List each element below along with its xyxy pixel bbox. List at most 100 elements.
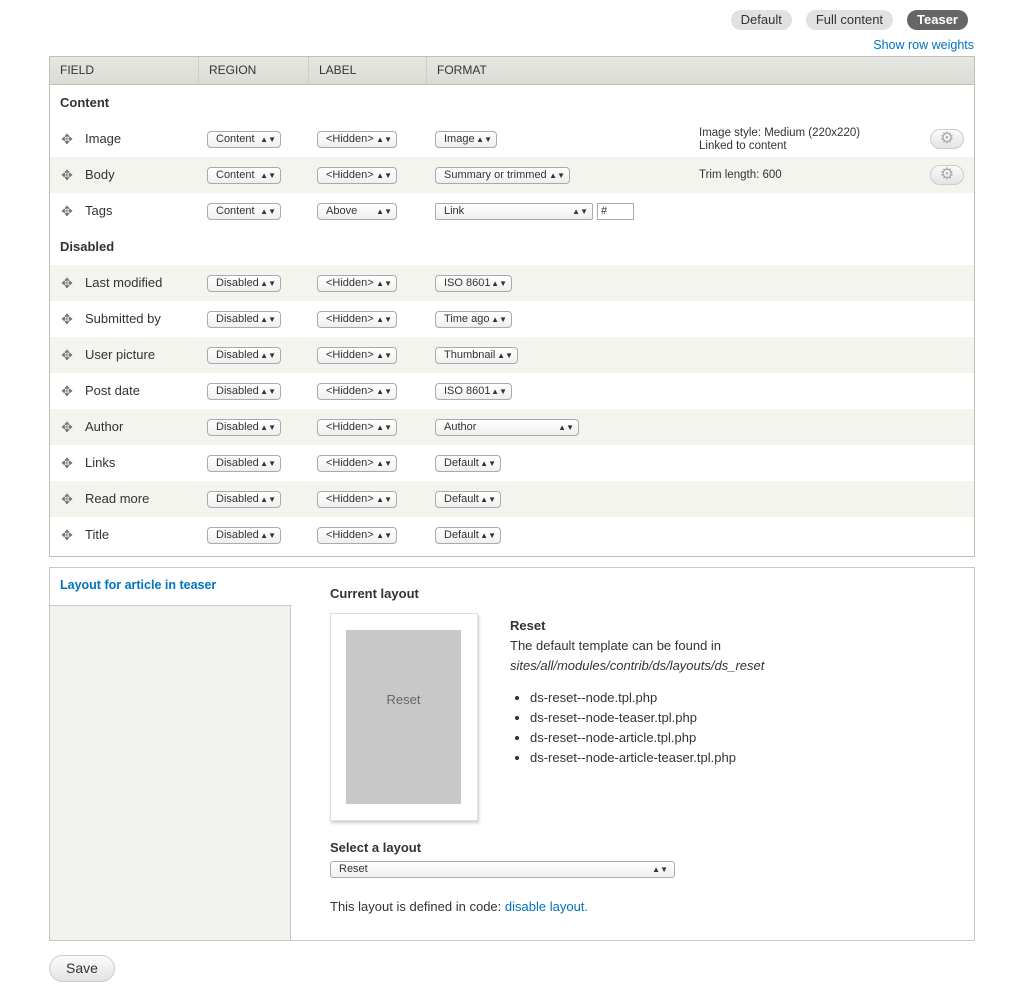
tab-full-content[interactable]: Full content [805,10,894,30]
select-arrows-icon: ▲▼ [260,135,276,144]
label-select[interactable]: <Hidden> ▲▼ [317,383,397,400]
format-select[interactable]: Author ▲▼ [435,419,579,436]
drag-handle-icon[interactable]: ✥ [60,132,74,146]
vertical-tab-layout[interactable]: Layout for article in teaser [50,568,292,606]
format-summary: Trim length: 600 [699,169,782,181]
select-arrows-icon: ▲▼ [652,865,668,874]
label-select[interactable]: <Hidden> ▲▼ [317,167,397,184]
field-name: Links [85,455,116,470]
format-summary: Image style: Medium (220x220) Linked to c… [699,127,861,152]
drag-handle-icon[interactable]: ✥ [60,420,74,434]
drag-handle-icon[interactable]: ✥ [60,168,74,182]
select-arrows-icon: ▲▼ [497,351,513,360]
current-layout-title: Current layout [330,586,419,601]
table-row: ✥ Author Disabled ▲▼ <Hidden> ▲▼ Author ▲▼ [50,409,974,445]
drag-handle-icon[interactable]: ✥ [60,456,74,470]
format-select[interactable]: Default ▲▼ [435,527,501,544]
label-select[interactable]: <Hidden> ▲▼ [317,275,397,292]
region-select[interactable]: Disabled ▲▼ [207,311,281,328]
region-select[interactable]: Disabled ▲▼ [207,455,281,472]
disable-layout-link[interactable]: disable layout. [505,899,588,914]
layout-preview-label: Reset [346,630,461,804]
label-select[interactable]: Above ▲▼ [317,203,397,220]
table-row: ✥ Image Content ▲▼ <Hidden> ▲▼ Image ▲▼ Ima… [50,121,974,157]
table-row: ✥ Links Disabled ▲▼ <Hidden> ▲▼ Default ▲▼ [50,445,974,481]
label-select[interactable]: <Hidden> ▲▼ [317,455,397,472]
gear-icon[interactable]: ⚙ [930,165,964,185]
field-name: Body [85,167,115,182]
drag-handle-icon[interactable]: ✥ [60,384,74,398]
field-name: Last modified [85,275,163,290]
format-select[interactable]: Link ▲▼ [435,203,593,220]
tab-default[interactable]: Default [730,10,792,30]
header-region: REGION [199,57,309,84]
label-select[interactable]: <Hidden> ▲▼ [317,347,397,364]
field-name: Title [85,527,110,542]
select-arrows-icon: ▲▼ [376,207,392,216]
gear-icon[interactable]: ⚙ [930,129,964,149]
layout-defined-text: This layout is defined in code: disable … [330,899,589,914]
region-select[interactable]: Disabled ▲▼ [207,491,281,508]
show-row-weights-link[interactable]: Show row weights [873,38,974,52]
select-arrows-icon: ▲▼ [376,495,392,504]
select-arrows-icon: ▲▼ [260,315,276,324]
label-select[interactable]: <Hidden> ▲▼ [317,419,397,436]
list-item: ds-reset--node-teaser.tpl.php [530,708,950,728]
select-arrows-icon: ▲▼ [376,135,392,144]
header-format: FORMAT [437,63,487,77]
field-name: Post date [85,383,140,398]
drag-handle-icon[interactable]: ✥ [60,348,74,362]
region-select[interactable]: Content ▲▼ [207,167,281,184]
region-select[interactable]: Disabled ▲▼ [207,383,281,400]
label-select[interactable]: <Hidden> ▲▼ [317,491,397,508]
region-select[interactable]: Disabled ▲▼ [207,419,281,436]
select-arrows-icon: ▲▼ [558,423,574,432]
format-select[interactable]: Image ▲▼ [435,131,497,148]
drag-handle-icon[interactable]: ✥ [60,528,74,542]
region-select[interactable]: Disabled ▲▼ [207,347,281,364]
region-select[interactable]: Content ▲▼ [207,203,281,220]
select-arrows-icon: ▲▼ [491,387,507,396]
save-button[interactable]: Save [49,955,115,982]
format-select[interactable]: Default ▲▼ [435,491,501,508]
format-select[interactable]: Thumbnail ▲▼ [435,347,518,364]
view-mode-tabs: Default Full content Teaser [730,10,968,30]
layout-select[interactable]: Reset ▲▼ [330,861,675,878]
format-select[interactable]: ISO 8601 ▲▼ [435,383,512,400]
table-row: ✥ Submitted by Disabled ▲▼ <Hidden> ▲▼ Tim… [50,301,974,337]
link-class-input[interactable]: # [597,203,634,220]
layout-name: Reset [510,618,546,633]
vertical-tabs: Layout for article in teaser [50,568,292,940]
tab-teaser[interactable]: Teaser [907,10,968,30]
select-arrows-icon: ▲▼ [572,207,588,216]
select-arrows-icon: ▲▼ [376,315,392,324]
drag-handle-icon[interactable]: ✥ [60,204,74,218]
template-path: sites/all/modules/contrib/ds/layouts/ds_… [510,658,765,673]
select-arrows-icon: ▲▼ [260,459,276,468]
format-select[interactable]: ISO 8601 ▲▼ [435,275,512,292]
format-select[interactable]: Default ▲▼ [435,455,501,472]
layout-preview: Reset [330,613,478,821]
format-select[interactable]: Summary or trimmed ▲▼ [435,167,570,184]
select-arrows-icon: ▲▼ [260,279,276,288]
label-select[interactable]: <Hidden> ▲▼ [317,527,397,544]
region-select[interactable]: Disabled ▲▼ [207,527,281,544]
layout-info: Reset The default template can be found … [510,618,950,768]
table-row: ✥ Body Content ▲▼ <Hidden> ▲▼ Summary or t… [50,157,974,193]
select-arrows-icon: ▲▼ [260,171,276,180]
select-arrows-icon: ▲▼ [376,279,392,288]
template-file-list: ds-reset--node.tpl.php ds-reset--node-te… [510,688,950,768]
region-select[interactable]: Disabled ▲▼ [207,275,281,292]
select-arrows-icon: ▲▼ [491,279,507,288]
select-arrows-icon: ▲▼ [260,531,276,540]
drag-handle-icon[interactable]: ✥ [60,312,74,326]
drag-handle-icon[interactable]: ✥ [60,492,74,506]
header-field: FIELD [50,57,199,84]
region-select[interactable]: Content ▲▼ [207,131,281,148]
label-select[interactable]: <Hidden> ▲▼ [317,311,397,328]
label-select[interactable]: <Hidden> ▲▼ [317,131,397,148]
format-select[interactable]: Time ago ▲▼ [435,311,512,328]
template-text: The default template can be found in [510,638,722,653]
drag-handle-icon[interactable]: ✥ [60,276,74,290]
select-arrows-icon: ▲▼ [480,459,496,468]
